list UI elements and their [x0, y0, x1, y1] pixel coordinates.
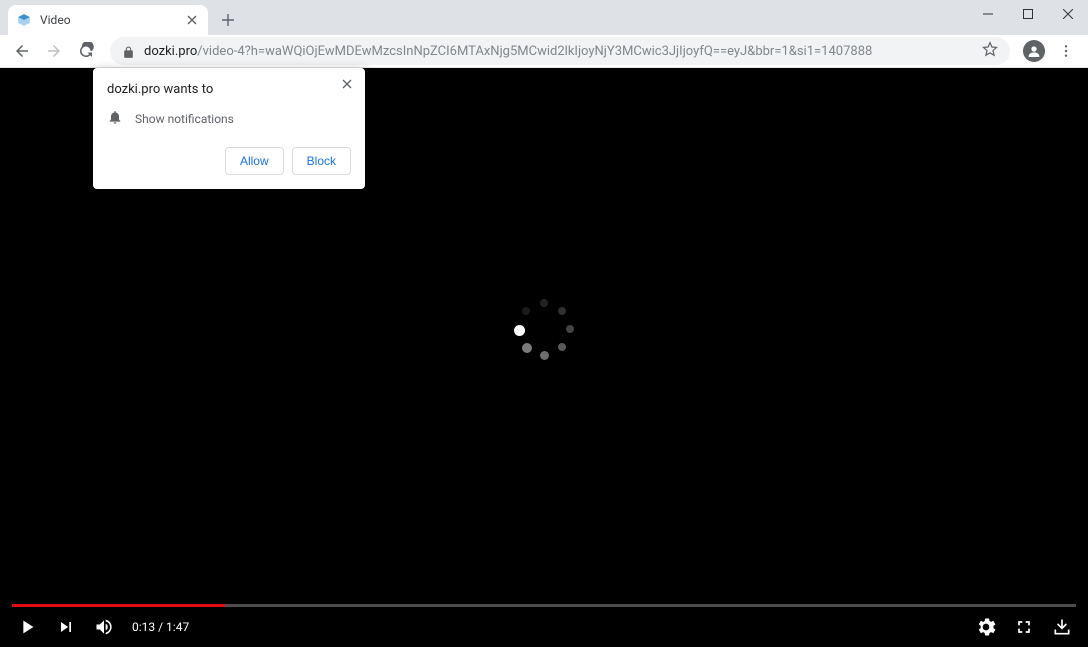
- minimize-button[interactable]: [968, 0, 1008, 28]
- browser-toolbar: dozki.pro/video-4?h=waWQiOjEwMDEwMzcsInN…: [0, 35, 1088, 68]
- fullscreen-button[interactable]: [1014, 617, 1034, 637]
- popup-close-button[interactable]: [339, 76, 355, 92]
- bookmark-star-icon[interactable]: [982, 41, 998, 61]
- address-bar[interactable]: dozki.pro/video-4?h=waWQiOjEwMDEwMzcsInN…: [110, 37, 1010, 65]
- video-controls: 0:13 / 1:47: [0, 607, 1088, 647]
- notification-permission-popup: dozki.pro wants to Show notifications Al…: [93, 68, 365, 189]
- url-text: dozki.pro/video-4?h=waWQiOjEwMDEwMzcsInN…: [144, 44, 974, 59]
- settings-button[interactable]: [976, 617, 996, 637]
- bell-icon: [107, 109, 123, 129]
- video-duration: 1:47: [166, 620, 189, 634]
- block-button[interactable]: Block: [292, 147, 351, 175]
- url-path: /video-4?h=waWQiOjEwMDEwMzcsInNpZCI6MTAx…: [197, 44, 872, 59]
- popup-permission-row: Show notifications: [107, 109, 351, 129]
- play-button[interactable]: [16, 616, 38, 638]
- back-button[interactable]: [8, 37, 36, 65]
- lock-icon: [122, 44, 136, 58]
- loading-spinner-icon: [514, 299, 574, 359]
- window-controls: [968, 0, 1088, 28]
- chrome-menu-button[interactable]: [1052, 37, 1080, 65]
- browser-tab[interactable]: Video: [8, 5, 208, 35]
- new-tab-button[interactable]: [214, 6, 242, 34]
- tab-close-button[interactable]: [184, 12, 200, 28]
- allow-button[interactable]: Allow: [225, 147, 284, 175]
- browser-titlebar: Video: [0, 0, 1088, 35]
- next-button[interactable]: [56, 617, 76, 637]
- popup-permission-text: Show notifications: [135, 112, 234, 126]
- reload-button[interactable]: [72, 37, 100, 65]
- url-domain: dozki.pro: [144, 44, 197, 59]
- video-time-display: 0:13 / 1:47: [132, 620, 189, 634]
- maximize-button[interactable]: [1008, 0, 1048, 28]
- video-current-time: 0:13: [132, 620, 155, 634]
- popup-button-row: Allow Block: [107, 147, 351, 175]
- profile-button[interactable]: [1020, 37, 1048, 65]
- close-window-button[interactable]: [1048, 0, 1088, 28]
- forward-button[interactable]: [40, 37, 68, 65]
- download-button[interactable]: [1052, 617, 1072, 637]
- tab-favicon-icon: [16, 12, 32, 28]
- volume-button[interactable]: [94, 617, 114, 637]
- tab-title: Video: [40, 13, 176, 27]
- popup-title: dozki.pro wants to: [107, 82, 351, 97]
- profile-avatar-icon: [1023, 40, 1045, 62]
